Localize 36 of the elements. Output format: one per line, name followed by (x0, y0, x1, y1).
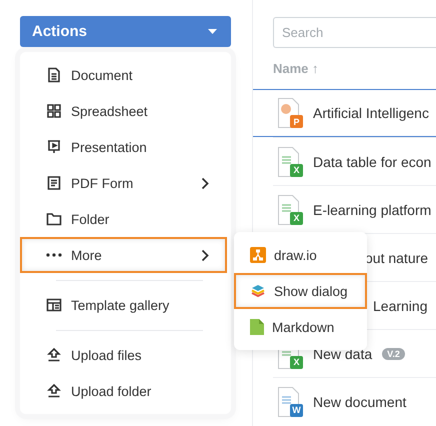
file-row[interactable]: W New document (273, 377, 436, 425)
layers-icon (250, 284, 266, 298)
folder-icon (46, 211, 62, 227)
actions-button[interactable]: Actions (20, 16, 231, 47)
menu-item[interactable]: More (20, 237, 227, 273)
caret-down-icon (208, 29, 217, 34)
menu-item[interactable]: PDF Form (20, 165, 227, 201)
template-icon (46, 297, 62, 313)
more-icon (46, 253, 62, 257)
markdown-file-icon (250, 319, 264, 335)
file-row[interactable]: X Data table for econ (273, 137, 436, 185)
file-row[interactable]: P Artificial Intelligenc (253, 89, 436, 137)
menu-item[interactable]: Upload folder (20, 373, 227, 409)
upload-icon (46, 347, 62, 363)
menu-item[interactable]: Folder (20, 201, 227, 237)
file-name: Artificial Intelligenc (313, 105, 429, 121)
form-icon (46, 175, 62, 191)
menu-item[interactable]: Document (20, 57, 227, 93)
search-field[interactable]: Search (273, 17, 436, 48)
menu-item[interactable]: Template gallery (20, 287, 227, 323)
submenu-item[interactable]: Show dialog (234, 273, 367, 309)
version-badge: V.2 (382, 348, 405, 360)
menu-item[interactable]: Upload files (20, 337, 227, 373)
presentation-icon (46, 139, 62, 155)
diagram-icon (250, 247, 266, 263)
upload-icon (46, 383, 62, 399)
file-name: Learning (373, 298, 428, 314)
file-name: New document (313, 394, 406, 410)
menu-item[interactable]: Spreadsheet (20, 93, 227, 129)
menu-item[interactable]: Presentation (20, 129, 227, 165)
file-name: New data (313, 346, 372, 362)
file-name: E-learning platform (313, 202, 432, 218)
grid-icon (46, 103, 62, 119)
submenu-item[interactable]: draw.io (234, 237, 367, 273)
document-icon (46, 67, 62, 83)
file-name: Data table for econ (313, 154, 432, 170)
